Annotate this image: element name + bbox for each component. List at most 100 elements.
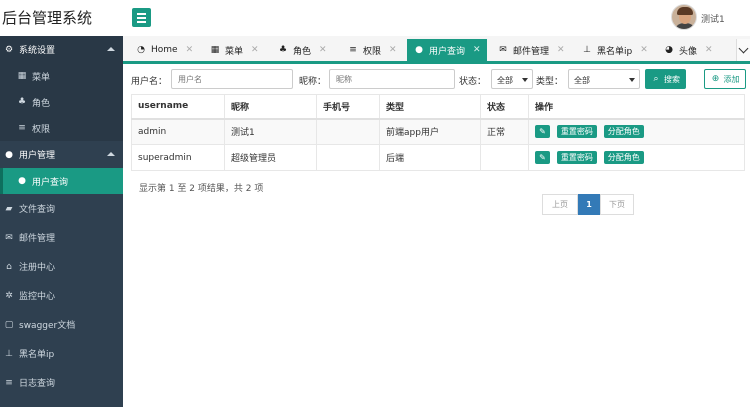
user-circle-icon: ◕ — [665, 45, 673, 55]
menu-toggle-button[interactable] — [132, 8, 151, 27]
list-icon: ≡ — [349, 45, 357, 55]
user-icon: ● — [18, 176, 26, 186]
dashboard-icon: ◔ — [137, 45, 145, 55]
tab-permission[interactable]: ≡ 权限 ✕ — [341, 39, 397, 61]
sidebar-group-system-settings[interactable]: ⚙ 系统设置 — [0, 36, 123, 63]
type-filter-label: 类型： — [536, 77, 564, 87]
column-header-status[interactable]: 状态 — [480, 94, 529, 120]
column-header-nickname[interactable]: 昵称 — [224, 94, 317, 120]
sidebar: ⚙ 系统设置 ▦ 菜单 ♣ 角色 ≡ 权限 ● 用户管理 ● 用户查询 ▰ 文件… — [0, 36, 123, 407]
reset-password-button[interactable]: 重置密码 — [556, 151, 597, 164]
sidebar-item-blacklist[interactable]: ⊥ 黑名单ip — [0, 339, 123, 368]
list-icon: ≡ — [5, 377, 13, 388]
assign-role-button[interactable]: 分配角色 — [603, 151, 644, 164]
tab-blacklist[interactable]: ⊥ 黑名单ip ✕ — [575, 39, 648, 61]
assign-role-button[interactable]: 分配角色 — [603, 125, 644, 139]
hamburger-icon-bar — [137, 21, 146, 23]
tab-avatar[interactable]: ◕ 头像 ✕ — [657, 39, 713, 61]
folder-icon: ▰ — [5, 203, 13, 214]
column-header-phone[interactable]: 手机号 — [316, 94, 380, 120]
close-icon[interactable]: ✕ — [319, 45, 327, 55]
table-row: admin 测试1 前端app用户 正常 ✎ 重置密码 分配角色 — [131, 118, 745, 145]
edit-pencil-icon[interactable]: ✎ — [535, 125, 550, 139]
close-icon[interactable]: ✕ — [389, 45, 397, 55]
cell-nickname: 超级管理员 — [224, 144, 317, 171]
column-header-username[interactable]: username — [131, 94, 225, 120]
cell-status — [480, 144, 529, 171]
sidebar-item-registry[interactable]: ⌂ 注册中心 — [0, 252, 123, 281]
list-icon: ≡ — [18, 123, 26, 133]
user-icon: ● — [415, 45, 423, 55]
main-content: 用户名： 昵称： 状态： 全部 类型： 全部 ⌕ 搜索 ⊕ 添加 usernam… — [123, 64, 750, 407]
next-page-button[interactable]: 下页 — [600, 194, 634, 215]
sidebar-item-role[interactable]: ♣ 角色 — [0, 89, 123, 115]
tab-home[interactable]: ◔ Home ✕ — [129, 39, 193, 61]
table-row: superadmin 超级管理员 后端 ✎ 重置密码 分配角色 — [131, 144, 745, 171]
edit-pencil-icon[interactable]: ✎ — [535, 151, 550, 164]
tab-mail[interactable]: ✉ 邮件管理 ✕ — [491, 39, 565, 61]
tab-label: 黑名单ip — [597, 46, 633, 57]
sidebar-group-user-management[interactable]: ● 用户管理 — [0, 141, 123, 168]
envelope-icon: ✉ — [5, 232, 13, 243]
cell-type: 后端 — [379, 144, 481, 171]
type-select[interactable]: 全部 — [568, 69, 640, 89]
add-button[interactable]: ⊕ 添加 — [704, 69, 746, 89]
sidebar-item-user-query[interactable]: ● 用户查询 — [0, 168, 123, 194]
tab-label: 权限 — [363, 46, 382, 57]
tab-role[interactable]: ♣ 角色 ✕ — [271, 39, 327, 61]
username-input[interactable] — [171, 69, 293, 89]
sidebar-item-monitor[interactable]: ✲ 监控中心 — [0, 281, 123, 310]
close-icon[interactable]: ✕ — [557, 45, 565, 55]
sidebar-item-label: 用户查询 — [32, 177, 69, 188]
sidebar-item-menu[interactable]: ▦ 菜单 — [0, 63, 123, 89]
cell-username: admin — [131, 118, 225, 145]
sidebar-item-label: 日志查询 — [19, 379, 56, 389]
sidebar-item-label: 黑名单ip — [19, 350, 55, 360]
close-icon[interactable]: ✕ — [640, 45, 648, 55]
cell-actions: ✎ 重置密码 分配角色 — [528, 144, 745, 171]
hamburger-icon-bar — [137, 17, 146, 19]
close-icon[interactable]: ✕ — [186, 45, 194, 55]
status-select-value: 全部 — [497, 76, 513, 85]
close-icon[interactable]: ✕ — [473, 45, 481, 55]
app-title: 后台管理系统 — [2, 9, 93, 27]
avatar[interactable] — [671, 4, 697, 30]
page-1-button[interactable]: 1 — [578, 194, 600, 215]
tabs-more-chevron-down-icon[interactable] — [736, 39, 750, 61]
reset-password-button[interactable]: 重置密码 — [556, 125, 597, 139]
envelope-icon: ✉ — [499, 45, 507, 55]
type-select-value: 全部 — [574, 76, 590, 85]
pagination: 上页 1 下页 — [542, 194, 634, 215]
nickname-input[interactable] — [329, 69, 455, 89]
status-select[interactable]: 全部 — [491, 69, 533, 89]
sidebar-item-label: 注册中心 — [19, 263, 56, 273]
sidebar-item-logs[interactable]: ≡ 日志查询 — [0, 368, 123, 397]
avatar-hair — [677, 7, 693, 15]
tab-menu[interactable]: ▦ 菜单 ✕ — [203, 39, 259, 61]
hamburger-icon — [137, 13, 146, 15]
top-header: 后台管理系统 测试1 — [0, 0, 750, 36]
search-button[interactable]: ⌕ 搜索 — [645, 69, 686, 89]
column-header-actions: 操作 — [528, 94, 745, 120]
sidebar-item-swagger[interactable]: ▢ swagger文档 — [0, 310, 123, 339]
sidebar-item-mail[interactable]: ✉ 邮件管理 — [0, 223, 123, 252]
column-header-type[interactable]: 类型 — [379, 94, 481, 120]
close-icon[interactable]: ✕ — [705, 45, 713, 55]
table-header-row: username 昵称 手机号 类型 状态 操作 — [131, 94, 745, 120]
file-icon: ▢ — [4, 319, 14, 330]
tab-label: Home — [151, 45, 178, 55]
sidebar-item-permission[interactable]: ≡ 权限 — [0, 115, 123, 141]
user-name[interactable]: 测试1 — [701, 12, 725, 25]
close-icon[interactable]: ✕ — [251, 45, 259, 55]
tab-user-query[interactable]: ● 用户查询 ✕ — [407, 39, 487, 61]
spinner-icon: ✲ — [5, 290, 13, 301]
sidebar-item-file-query[interactable]: ▰ 文件查询 — [0, 194, 123, 223]
sidebar-item-label: 权限 — [32, 124, 51, 135]
search-icon: ⌕ — [653, 74, 659, 84]
tab-label: 菜单 — [225, 46, 244, 57]
cell-actions: ✎ 重置密码 分配角色 — [528, 118, 745, 145]
add-button-label: 添加 — [723, 74, 740, 84]
pushpin-icon: ⊥ — [583, 45, 591, 55]
prev-page-button[interactable]: 上页 — [542, 194, 578, 215]
users-icon: ♣ — [278, 45, 288, 55]
